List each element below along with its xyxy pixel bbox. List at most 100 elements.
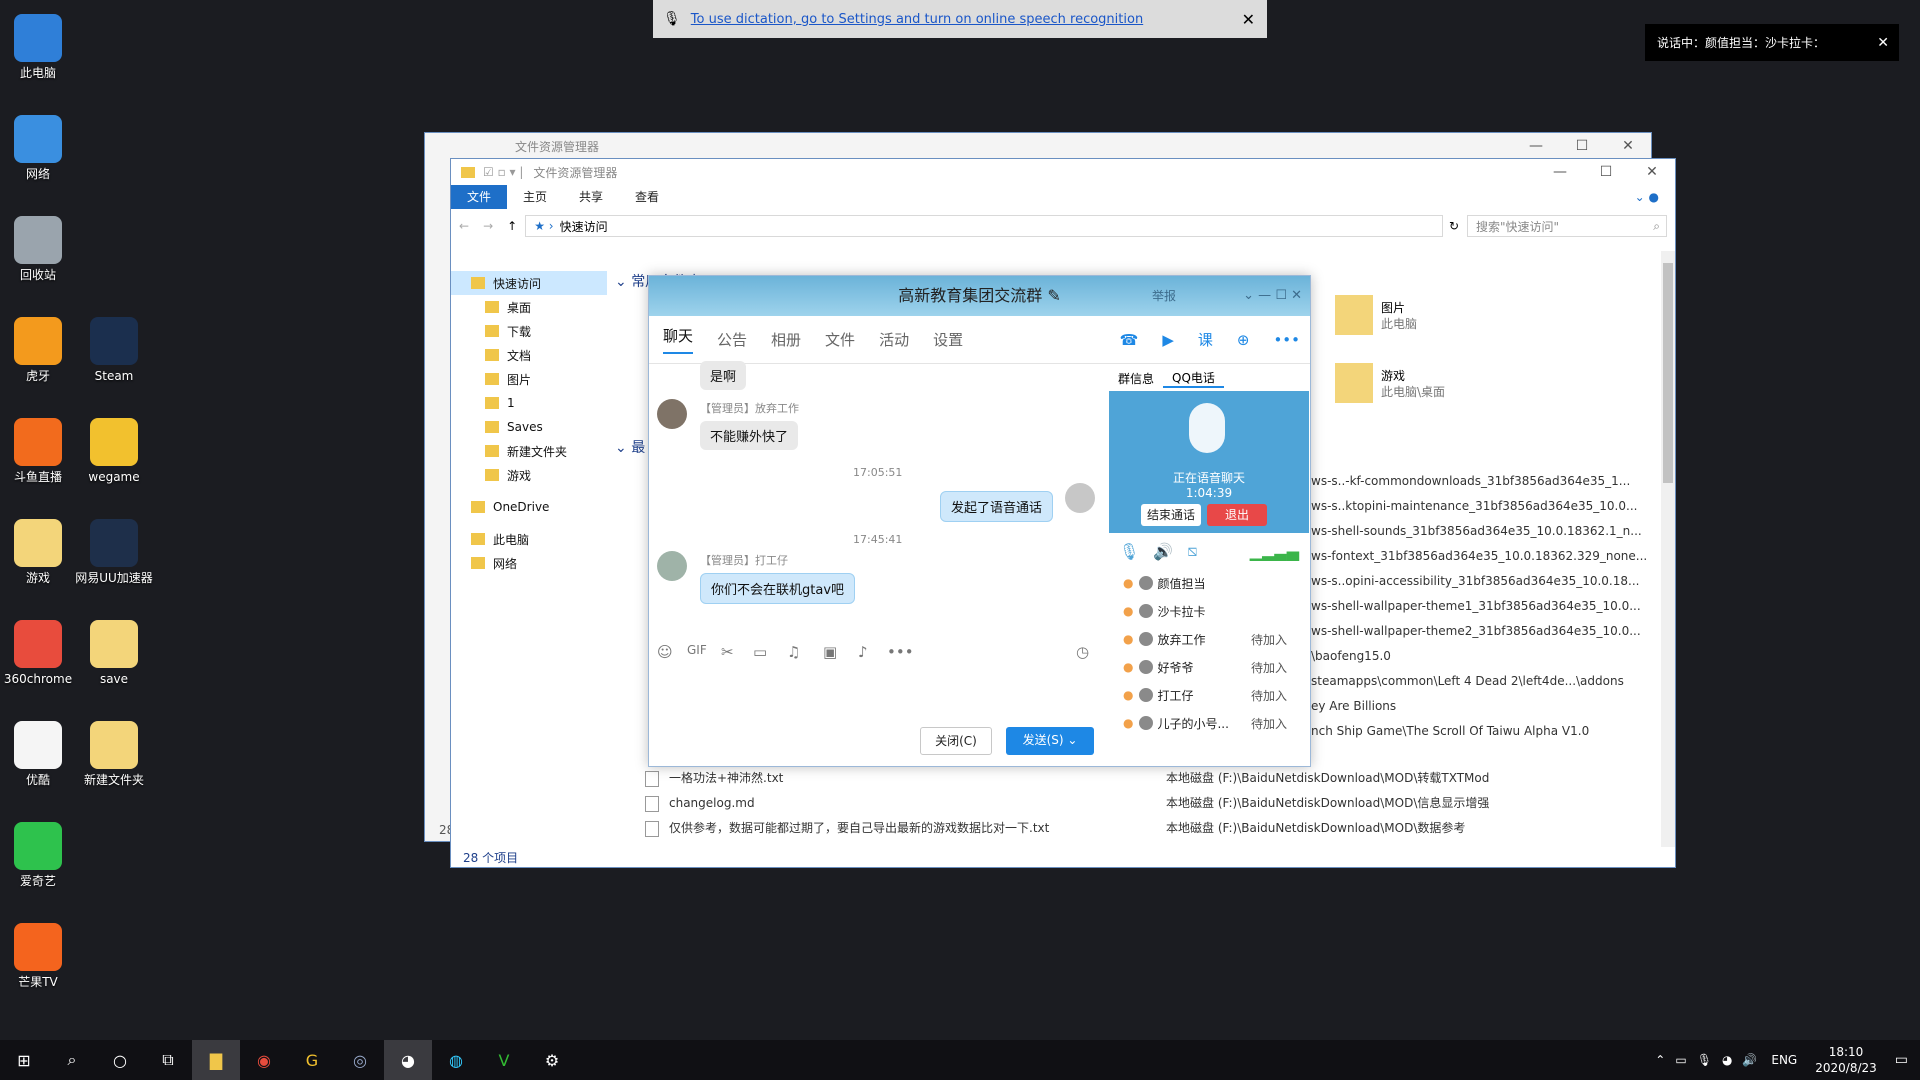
call-member[interactable]: ● 沙卡拉卡 [1109, 597, 1309, 625]
phone-icon[interactable]: ☎ [1120, 331, 1139, 349]
camera-off-icon[interactable]: ⧅ [1187, 541, 1197, 561]
edit-icon[interactable]: ✎ [1047, 286, 1060, 305]
recent-item-path[interactable]: \baofeng15.0 [1311, 644, 1391, 669]
music-icon[interactable]: ♫ [787, 643, 800, 661]
help-icon[interactable]: ⌄ ● [1619, 185, 1675, 209]
tab-file[interactable]: 文件 [825, 329, 855, 350]
add-icon[interactable]: ⊕ [1237, 331, 1250, 349]
tab-group-info[interactable]: 群信息 [1109, 370, 1163, 387]
search-icon[interactable]: ⌕ [48, 1040, 96, 1080]
address-bar[interactable]: ★ › 快速访问 [525, 215, 1443, 237]
bell-icon[interactable]: ♪ [858, 643, 868, 661]
desktop-icon[interactable]: 新建文件夹 [70, 721, 158, 788]
nav-item[interactable]: 文档 [451, 343, 607, 367]
settings-icon[interactable]: ⚙ [528, 1040, 576, 1080]
scissors-icon[interactable]: ✂ [721, 643, 734, 661]
qq-tray-icon[interactable]: ◕ [1722, 1053, 1732, 1067]
desktop-icon[interactable]: 回收站 [0, 216, 82, 283]
scrollbar[interactable] [1661, 251, 1675, 847]
nav-item[interactable]: 新建文件夹 [451, 439, 607, 463]
close-icon[interactable]: ✕ [1605, 138, 1651, 154]
network-icon[interactable]: ▭ [1675, 1053, 1686, 1067]
close-icon[interactable]: ✕ [1877, 35, 1889, 51]
close-icon[interactable]: ✕ [1242, 10, 1255, 29]
cortana-icon[interactable]: ○ [96, 1040, 144, 1080]
more-icon[interactable]: ••• [887, 643, 914, 661]
recent-item-path[interactable]: ws-s..opini-accessibility_31bf3856ad364e… [1311, 569, 1639, 594]
desktop-icon[interactable]: save [70, 620, 158, 687]
report-link[interactable]: 举报 [1152, 276, 1176, 316]
tab-share[interactable]: 共享 [563, 185, 619, 209]
call-member[interactable]: ● 颜值担当 [1109, 569, 1309, 597]
recent-item-path[interactable]: ws-shell-wallpaper-theme1_31bf3856ad364e… [1311, 594, 1641, 619]
qq-icon[interactable]: ◕ [384, 1040, 432, 1080]
send-button[interactable]: 发送(S) ⌄ [1006, 727, 1094, 755]
gif-icon[interactable]: GIF [687, 643, 707, 657]
windows-start-icon[interactable]: ⊞ [0, 1040, 48, 1080]
chevron-down-icon[interactable]: ⌄ [1067, 733, 1077, 747]
nav-item[interactable]: Saves [451, 415, 607, 439]
recent-item-path[interactable]: ws-fontext_31bf3856ad364e35_10.0.18362.3… [1311, 544, 1647, 569]
tab-file[interactable]: 文件 [451, 185, 508, 209]
file-row[interactable]: 一格功法+神沛然.txt 本地磁盘 (F:)\BaiduNetdiskDownlo… [645, 766, 1655, 791]
nav-item[interactable]: 桌面 [451, 295, 607, 319]
microphone-icon[interactable]: 🎙 [1119, 542, 1139, 561]
wegame-icon[interactable]: G [288, 1040, 336, 1080]
recent-item-path[interactable]: ws-s..-kf-commondownloads_31bf3856ad364e… [1311, 469, 1630, 494]
emoji-icon[interactable]: ☺ [657, 643, 673, 661]
tab-activity[interactable]: 活动 [879, 329, 909, 350]
nav-item[interactable]: 此电脑 [451, 527, 607, 551]
recent-item-path[interactable]: ws-shell-sounds_31bf3856ad364e35_10.0.18… [1311, 519, 1642, 544]
message-input[interactable] [650, 662, 1105, 722]
quit-button[interactable]: 退出 [1207, 504, 1267, 526]
volume-icon[interactable]: 🔊 [1742, 1053, 1757, 1067]
desktop-icon[interactable]: wegame [70, 418, 158, 485]
minimize-icon[interactable]: — [1513, 138, 1559, 154]
recent-item-path[interactable]: ws-s..ktopini-maintenance_31bf3856ad364e… [1311, 494, 1637, 519]
search-input[interactable]: 搜索"快速访问" ⌕ [1467, 215, 1667, 237]
nav-item[interactable]: 快速访问 [451, 271, 607, 295]
steam-icon[interactable]: ◎ [336, 1040, 384, 1080]
refresh-icon[interactable]: ↻ [1449, 219, 1459, 233]
chevron-up-icon[interactable]: ⌃ [1655, 1053, 1665, 1067]
nav-item[interactable]: 游戏 [451, 463, 607, 487]
video-icon[interactable]: ▶ [1162, 331, 1174, 349]
dictation-settings-link[interactable]: To use dictation, go to Settings and tur… [691, 12, 1143, 27]
call-member[interactable]: ● 打工仔 待加入 [1109, 681, 1309, 709]
more-icon[interactable]: ••• [1273, 331, 1300, 349]
close-button[interactable]: 关闭(C) [920, 727, 992, 755]
clock[interactable]: 18:10 2020/8/23 [1815, 1044, 1877, 1076]
recent-item-path[interactable]: steamapps\common\Left 4 Dead 2\left4de..… [1311, 669, 1624, 694]
language-indicator[interactable]: ENG [1771, 1053, 1797, 1067]
tab-notice[interactable]: 公告 [717, 329, 747, 350]
tab-chat[interactable]: 聊天 [663, 325, 694, 354]
close-icon[interactable]: ✕ [1629, 164, 1675, 180]
file-explorer-icon[interactable]: ▇ [192, 1040, 240, 1080]
desktop-icon[interactable]: 此电脑 [0, 14, 82, 81]
desktop-icon[interactable]: 芒果TV [0, 923, 82, 990]
tab-view[interactable]: 查看 [619, 185, 675, 209]
call-member[interactable]: ● 好爷爷 待加入 [1109, 653, 1309, 681]
section-recent[interactable]: ⌄ 最 [615, 437, 645, 457]
file-row[interactable]: changelog.md 本地磁盘 (F:)\BaiduNetdiskDownlo… [645, 791, 1655, 816]
vim-icon[interactable]: V [480, 1040, 528, 1080]
uu-icon[interactable]: ◍ [432, 1040, 480, 1080]
minimize-icon[interactable]: — [1537, 164, 1583, 180]
task-view-icon[interactable]: ⧉ [144, 1040, 192, 1080]
microphone-icon[interactable]: 🎙 [1697, 1053, 1712, 1067]
desktop-icon[interactable]: 爱奇艺 [0, 822, 82, 889]
up-icon[interactable]: ↑ [507, 219, 517, 233]
quick-access-toolbar[interactable]: ☑ ▫ ▾ | [483, 165, 523, 179]
class-icon[interactable]: 课 [1198, 329, 1213, 350]
maximize-icon[interactable]: ☐ [1583, 164, 1629, 180]
nav-item[interactable]: OneDrive [451, 495, 607, 519]
folder-icon[interactable]: ▭ [753, 643, 767, 661]
recent-item-path[interactable]: nch Ship Game\The Scroll Of Taiwu Alpha … [1311, 719, 1589, 744]
file-row[interactable]: 仅供参考，数据可能都过期了，要自己导出最新的游戏数据比对一下.txt 本地磁盘 (… [645, 816, 1655, 841]
forward-icon[interactable]: → [483, 219, 493, 233]
nav-item[interactable]: 下载 [451, 319, 607, 343]
maximize-icon[interactable]: ☐ [1559, 138, 1605, 154]
recent-item-path[interactable]: ws-shell-wallpaper-theme2_31bf3856ad364e… [1311, 619, 1641, 644]
chrome360-icon[interactable]: ◉ [240, 1040, 288, 1080]
back-icon[interactable]: ← [459, 219, 469, 233]
